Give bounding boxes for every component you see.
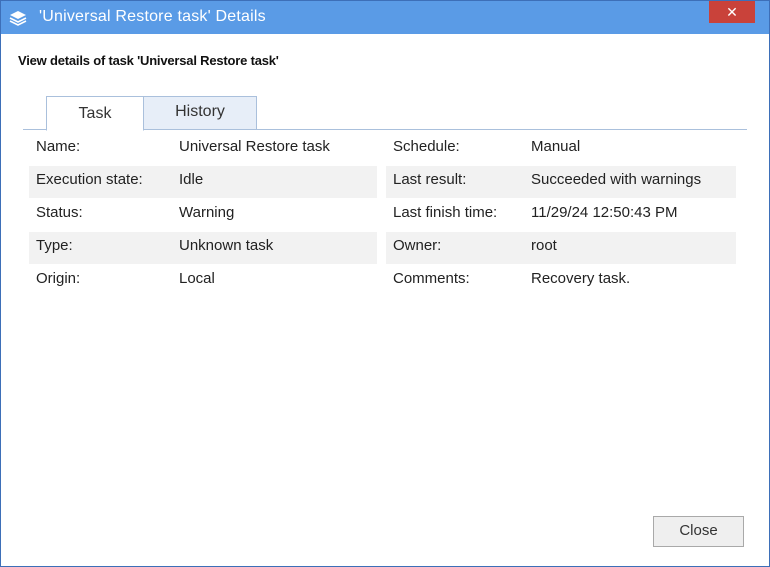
owner-label: Owner: — [393, 237, 442, 254]
last-finish-time-label: Last finish time: — [393, 204, 498, 221]
status-label: Status: — [36, 204, 83, 221]
comments-value: Recovery task. — [531, 270, 631, 287]
window-title: 'Universal Restore task' Details — [39, 8, 266, 25]
last-result-value: Succeeded with warnings — [531, 171, 702, 188]
layers-icon — [9, 11, 27, 26]
tab-history[interactable]: History — [143, 96, 257, 130]
execution-state-label: Execution state: — [36, 171, 143, 188]
owner-value: root — [531, 237, 557, 254]
name-value: Universal Restore task — [179, 138, 330, 155]
execution-state-value: Idle — [179, 171, 204, 188]
close-button[interactable]: Close — [653, 516, 744, 547]
title-bar[interactable]: 'Universal Restore task' Details ✕ — [1, 1, 769, 34]
detail-row: Status: Warning Last finish time: 11/29/… — [29, 198, 737, 231]
detail-row: Type: Unknown task Owner: root — [29, 231, 737, 264]
origin-value: Local — [179, 270, 215, 287]
last-result-label: Last result: — [393, 171, 467, 188]
close-window-button[interactable]: ✕ — [709, 1, 755, 23]
schedule-label: Schedule: — [393, 138, 460, 155]
last-finish-time-value: 11/29/24 12:50:43 PM — [531, 204, 678, 221]
schedule-value: Manual — [531, 138, 581, 155]
dialog-description: View details of task 'Universal Restore … — [18, 53, 279, 68]
comments-label: Comments: — [393, 270, 470, 287]
origin-label: Origin: — [36, 270, 81, 287]
detail-row: Execution state: Idle Last result: Succe… — [29, 165, 737, 198]
task-details-dialog: 'Universal Restore task' Details ✕ View … — [0, 0, 770, 567]
close-icon: ✕ — [726, 4, 738, 20]
detail-row: Origin: Local Comments: Recovery task. — [29, 264, 737, 297]
detail-row: Name: Universal Restore task Schedule: M… — [29, 132, 737, 165]
tab-task[interactable]: Task — [46, 96, 144, 131]
type-value: Unknown task — [179, 237, 274, 254]
status-value: Warning — [179, 204, 235, 221]
name-label: Name: — [36, 138, 81, 155]
type-label: Type: — [36, 237, 73, 254]
